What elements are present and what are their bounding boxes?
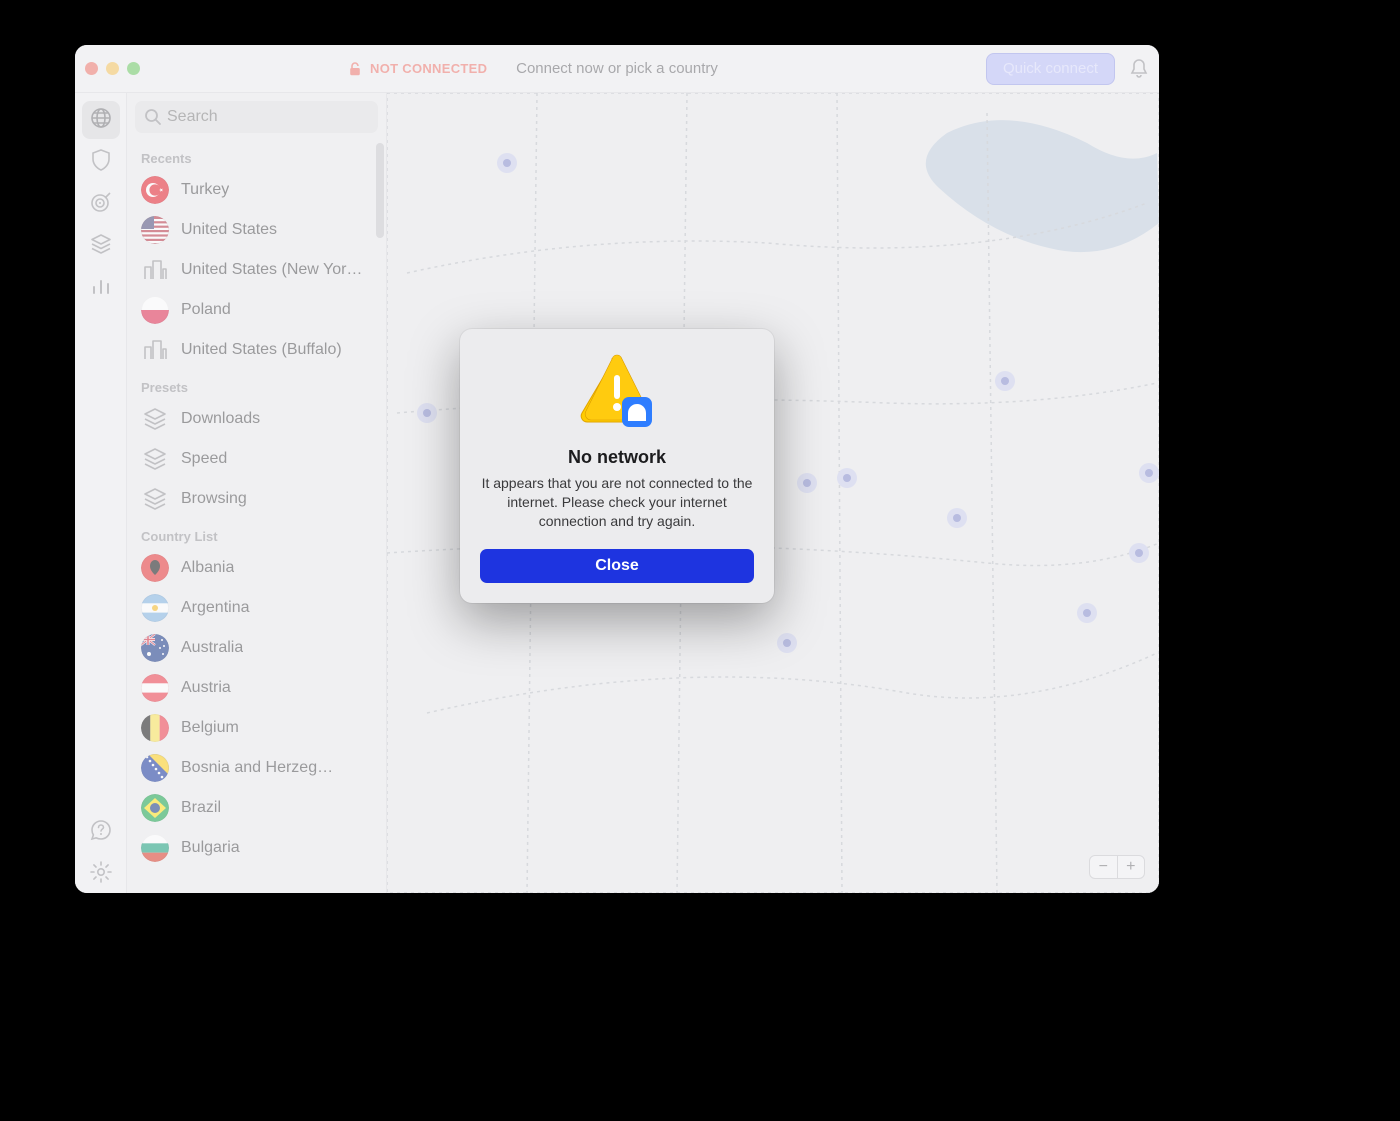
zoom-in-button[interactable]: + bbox=[1118, 856, 1145, 878]
nav-settings[interactable] bbox=[82, 855, 120, 893]
section-recents: Recents bbox=[127, 141, 386, 170]
server-list-scroll[interactable]: Recents Turkey United States United States… bbox=[127, 141, 386, 893]
list-item-label: Bulgaria bbox=[181, 839, 240, 857]
server-list-pane: Recents Turkey United States United States… bbox=[127, 93, 387, 893]
connection-status: NOT CONNECTED bbox=[334, 52, 501, 86]
section-countries: Country List bbox=[127, 519, 386, 548]
recent-item[interactable]: Turkey bbox=[127, 170, 386, 210]
connection-status-text: NOT CONNECTED bbox=[370, 61, 487, 76]
window-controls bbox=[85, 62, 140, 75]
preset-item[interactable]: Downloads bbox=[127, 399, 386, 439]
list-item-label: Albania bbox=[181, 559, 234, 577]
recent-item[interactable]: United States bbox=[127, 210, 386, 250]
nav-globe[interactable] bbox=[82, 101, 120, 139]
quick-connect-button[interactable]: Quick connect bbox=[986, 53, 1115, 85]
titlebar: NOT CONNECTED Connect now or pick a coun… bbox=[75, 45, 1159, 93]
bars-icon bbox=[90, 275, 112, 302]
zoom-out-button[interactable]: − bbox=[1090, 856, 1118, 878]
recent-item[interactable]: United States (Buffalo) bbox=[127, 330, 386, 370]
list-item-label: Speed bbox=[181, 450, 227, 468]
app-window: NOT CONNECTED Connect now or pick a coun… bbox=[75, 45, 1159, 893]
nav-stats[interactable] bbox=[82, 269, 120, 307]
country-item[interactable]: Australia bbox=[127, 628, 386, 668]
gear-icon bbox=[89, 860, 113, 889]
list-item-label: Belgium bbox=[181, 719, 239, 737]
target-icon bbox=[89, 190, 113, 219]
window-minimize-button[interactable] bbox=[106, 62, 119, 75]
country-item[interactable]: Belgium bbox=[127, 708, 386, 748]
city-icon bbox=[141, 336, 169, 364]
nav-help[interactable] bbox=[82, 813, 120, 851]
search-field bbox=[135, 101, 378, 133]
list-item-label: Downloads bbox=[181, 410, 260, 428]
preset-layers-icon bbox=[141, 445, 169, 473]
list-item-label: Poland bbox=[181, 301, 231, 319]
list-item-label: Austria bbox=[181, 679, 231, 697]
nav-target[interactable] bbox=[82, 185, 120, 223]
recent-item[interactable]: Poland bbox=[127, 290, 386, 330]
list-item-label: United States (New Yor… bbox=[181, 261, 362, 279]
preset-layers-icon bbox=[141, 405, 169, 433]
nav-layers[interactable] bbox=[82, 227, 120, 265]
list-item-label: Turkey bbox=[181, 181, 229, 199]
country-item[interactable]: Brazil bbox=[127, 788, 386, 828]
nav-rail bbox=[75, 93, 127, 893]
section-presets: Presets bbox=[127, 370, 386, 399]
preset-item[interactable]: Browsing bbox=[127, 479, 386, 519]
list-item-label: Australia bbox=[181, 639, 243, 657]
country-item[interactable]: Argentina bbox=[127, 588, 386, 628]
unlock-icon bbox=[348, 61, 362, 77]
list-item-label: Bosnia and Herzeg… bbox=[181, 759, 333, 777]
warning-icon bbox=[578, 353, 656, 429]
dialog-message: It appears that you are not connected to… bbox=[480, 474, 754, 531]
recent-item[interactable]: United States (New Yor… bbox=[127, 250, 386, 290]
nav-shield[interactable] bbox=[82, 143, 120, 181]
list-item-label: Browsing bbox=[181, 490, 247, 508]
list-item-label: United States (Buffalo) bbox=[181, 341, 342, 359]
dialog-close-button[interactable]: Close bbox=[480, 549, 754, 583]
country-item[interactable]: Bosnia and Herzeg… bbox=[127, 748, 386, 788]
list-item-label: United States bbox=[181, 221, 277, 239]
scrollbar[interactable] bbox=[376, 143, 384, 238]
country-item[interactable]: Albania bbox=[127, 548, 386, 588]
window-zoom-button[interactable] bbox=[127, 62, 140, 75]
bell-icon[interactable] bbox=[1129, 58, 1149, 80]
search-input[interactable] bbox=[135, 101, 378, 133]
window-close-button[interactable] bbox=[85, 62, 98, 75]
shield-icon bbox=[90, 148, 112, 177]
quick-connect-label: Quick connect bbox=[1003, 60, 1098, 77]
no-network-dialog: No network It appears that you are not c… bbox=[460, 329, 774, 603]
layers-icon bbox=[89, 232, 113, 261]
list-item-label: Argentina bbox=[181, 599, 250, 617]
map-zoom-controls: − + bbox=[1089, 855, 1145, 879]
help-icon bbox=[89, 818, 113, 847]
preset-item[interactable]: Speed bbox=[127, 439, 386, 479]
preset-layers-icon bbox=[141, 485, 169, 513]
country-item[interactable]: Bulgaria bbox=[127, 828, 386, 868]
titlebar-message: Connect now or pick a country bbox=[516, 60, 718, 77]
list-item-label: Brazil bbox=[181, 799, 221, 817]
city-icon bbox=[141, 256, 169, 284]
search-icon bbox=[143, 107, 163, 132]
dialog-title: No network bbox=[568, 447, 666, 468]
globe-icon bbox=[89, 106, 113, 135]
country-item[interactable]: Austria bbox=[127, 668, 386, 708]
